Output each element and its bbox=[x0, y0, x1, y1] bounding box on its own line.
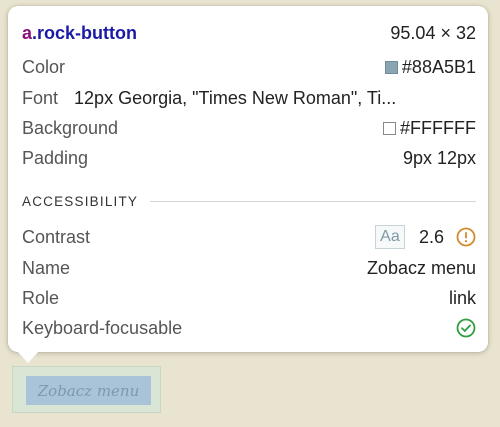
background-row: Background #FFFFFF bbox=[22, 115, 476, 141]
name-row: Name Zobacz menu bbox=[22, 255, 476, 281]
accessibility-section-header: ACCESSIBILITY bbox=[22, 191, 476, 211]
color-swatch bbox=[384, 60, 398, 74]
role-label: Role bbox=[22, 287, 60, 308]
font-label: Font bbox=[22, 87, 59, 108]
color-label: Color bbox=[22, 56, 66, 77]
name-value: Zobacz menu bbox=[366, 257, 476, 278]
warning-circle-icon bbox=[456, 227, 476, 247]
section-divider bbox=[150, 200, 476, 202]
font-row: Font 12px Georgia, "Times New Roman", Ti… bbox=[22, 85, 476, 111]
element-selector: a.rock-button bbox=[22, 23, 137, 44]
role-row: Role link bbox=[22, 285, 476, 311]
selector-class: .rock-button bbox=[32, 22, 138, 43]
zobacz-menu-link[interactable]: Zobacz menu bbox=[38, 382, 140, 400]
contrast-value-wrap: Aa 2.6 bbox=[374, 225, 476, 249]
role-value: link bbox=[448, 287, 476, 308]
contrast-row: Contrast Aa 2.6 bbox=[22, 224, 476, 250]
background-swatch bbox=[383, 121, 397, 135]
contrast-ratio: 2.6 bbox=[418, 226, 444, 247]
keyboard-focusable-row: Keyboard-focusable bbox=[22, 315, 476, 341]
highlighted-element-content[interactable]: Zobacz menu bbox=[26, 376, 151, 405]
inspect-tooltip: a.rock-button 95.04 × 32 Color #88A5B1 F… bbox=[8, 6, 488, 352]
padding-row: Padding 9px 12px bbox=[22, 145, 476, 171]
accessibility-title: ACCESSIBILITY bbox=[22, 193, 139, 209]
selector-tag: a bbox=[22, 22, 33, 43]
color-value-wrap: #88A5B1 bbox=[384, 56, 476, 78]
tooltip-header: a.rock-button 95.04 × 32 bbox=[22, 20, 476, 46]
highlighted-element-padding[interactable]: Zobacz menu bbox=[12, 366, 161, 413]
keyboard-focusable-label: Keyboard-focusable bbox=[22, 317, 183, 338]
check-circle-icon bbox=[456, 318, 476, 338]
color-row: Color #88A5B1 bbox=[22, 54, 476, 80]
name-label: Name bbox=[22, 257, 71, 278]
padding-label: Padding bbox=[22, 147, 89, 168]
background-label: Background bbox=[22, 117, 119, 138]
tooltip-arrow bbox=[16, 350, 40, 363]
color-value: #88A5B1 bbox=[401, 56, 476, 77]
contrast-label: Contrast bbox=[22, 226, 91, 247]
element-dimensions: 95.04 × 32 bbox=[390, 22, 476, 43]
padding-value: 9px 12px bbox=[402, 147, 476, 168]
background-value: #FFFFFF bbox=[400, 117, 476, 138]
background-value-wrap: #FFFFFF bbox=[383, 118, 476, 139]
contrast-sample-badge: Aa bbox=[374, 225, 405, 249]
font-value: 12px Georgia, "Times New Roman", Ti... bbox=[74, 87, 397, 108]
